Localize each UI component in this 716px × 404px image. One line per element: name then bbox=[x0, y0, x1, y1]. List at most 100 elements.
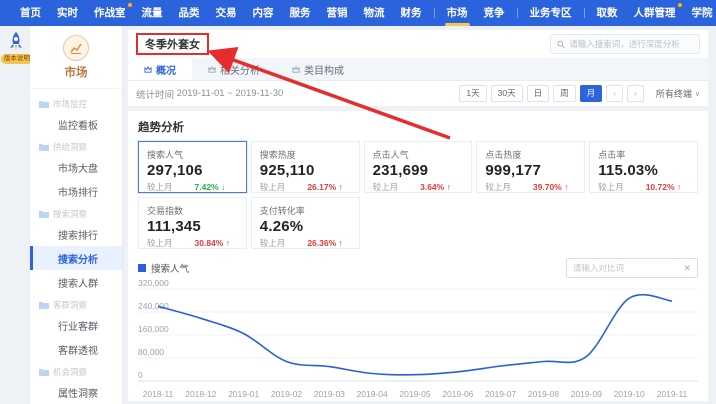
metric-card-trade-index[interactable]: 交易指数 111,345 较上月30.84% ↑ bbox=[138, 197, 247, 249]
sidebar-item-search-analysis[interactable]: 搜索分析 bbox=[30, 246, 122, 270]
nav-item-data-fetch[interactable]: 取数 bbox=[589, 0, 626, 26]
svg-text:2019-03: 2019-03 bbox=[314, 389, 345, 399]
nav-item-marketing[interactable]: 营销 bbox=[319, 0, 356, 26]
metric-label: 点击人气 bbox=[373, 148, 464, 161]
time-label: 统计时间 bbox=[136, 87, 174, 101]
svg-text:240,000: 240,000 bbox=[138, 301, 169, 311]
nav-item-market[interactable]: 市场 bbox=[439, 0, 476, 26]
legend-label: 搜索人气 bbox=[151, 261, 189, 275]
nav-item-logistics[interactable]: 物流 bbox=[356, 0, 393, 26]
svg-text:2019-07: 2019-07 bbox=[485, 389, 516, 399]
metric-delta: 10.72% ↑ bbox=[646, 182, 681, 192]
svg-text:320,000: 320,000 bbox=[138, 279, 169, 288]
nav-item-war-room[interactable]: 作战室 bbox=[86, 0, 134, 26]
chevron-down-icon: ∨ bbox=[695, 90, 700, 98]
tab-related-analysis[interactable]: 相关分析 bbox=[192, 58, 276, 80]
range-30day-button[interactable]: 30天 bbox=[491, 85, 523, 102]
sidebar-item-market-ranking[interactable]: 市场排行 bbox=[30, 179, 122, 203]
sidebar-group-opportunity-insight: 机会洞察 bbox=[30, 361, 122, 380]
compare-label: 较上月 bbox=[373, 181, 399, 193]
metric-delta: 3.64% ↑ bbox=[420, 182, 451, 192]
nav-item-trade[interactable]: 交易 bbox=[208, 0, 245, 26]
nav-item-content[interactable]: 内容 bbox=[245, 0, 282, 26]
nav-divider bbox=[434, 8, 435, 18]
folder-icon bbox=[39, 368, 49, 376]
metric-delta: 30.84% ↑ bbox=[195, 238, 230, 248]
trend-line-chart: 080,000160,000240,000320,0002018-112018-… bbox=[138, 279, 698, 404]
sidebar-item-market-overview[interactable]: 市场大盘 bbox=[30, 155, 122, 179]
metric-label: 支付转化率 bbox=[260, 204, 351, 217]
header-block: 冬季外套女 概况 相关分析 类目构成 bbox=[128, 30, 708, 106]
metric-card-search-heat[interactable]: 搜索热度 925,110 较上月26.17% ↑ bbox=[251, 141, 360, 193]
nav-item-academy[interactable]: 学院 bbox=[684, 0, 716, 26]
range-day-button[interactable]: 日 bbox=[527, 85, 550, 102]
compare-label: 较上月 bbox=[147, 237, 173, 249]
sidebar-item-search-crowd[interactable]: 搜索人群 bbox=[30, 270, 122, 294]
metric-cards: 搜索人气 297,106 较上月7.42% ↓ 搜索热度 925,110 较上月… bbox=[138, 141, 698, 249]
sidebar-item-industry-customer[interactable]: 行业客群 bbox=[30, 313, 122, 337]
nav-item-finance[interactable]: 财务 bbox=[393, 0, 430, 26]
arrow-up-icon: ↑ bbox=[339, 238, 343, 248]
svg-text:80,000: 80,000 bbox=[138, 347, 164, 357]
metric-delta: 7.42% ↓ bbox=[195, 182, 226, 192]
range-month-button[interactable]: 月 bbox=[580, 85, 603, 102]
terminal-dropdown[interactable]: 所有终端∨ bbox=[656, 87, 700, 100]
nav-item-competition[interactable]: 竞争 bbox=[476, 0, 513, 26]
nav-item-service[interactable]: 服务 bbox=[282, 0, 319, 26]
sidebar-item-customer-perspective[interactable]: 客群透视 bbox=[30, 337, 122, 361]
chart-legend: 搜索人气 bbox=[138, 261, 189, 275]
keyword-search-box[interactable] bbox=[550, 34, 700, 54]
next-period-button[interactable]: › bbox=[627, 85, 644, 102]
sidebar-item-monitor-board[interactable]: 监控看板 bbox=[30, 112, 122, 136]
compare-word-input[interactable] bbox=[573, 263, 683, 273]
sidebar-group-customer-insight: 客群洞察 bbox=[30, 294, 122, 313]
sidebar-item-search-ranking[interactable]: 搜索排行 bbox=[30, 222, 122, 246]
metric-value: 4.26% bbox=[260, 218, 351, 235]
nav-item-traffic[interactable]: 流量 bbox=[134, 0, 171, 26]
sidebar-header: 市场 bbox=[30, 26, 122, 89]
nav-item-realtime[interactable]: 实时 bbox=[49, 0, 86, 26]
metric-value: 297,106 bbox=[147, 162, 238, 179]
svg-text:2019-05: 2019-05 bbox=[399, 389, 430, 399]
prev-period-button[interactable]: ‹ bbox=[606, 85, 623, 102]
tab-overview[interactable]: 概况 bbox=[128, 58, 192, 80]
clear-icon[interactable]: ✕ bbox=[683, 263, 691, 274]
metric-card-click-popularity[interactable]: 点击人气 231,699 较上月3.64% ↑ bbox=[364, 141, 473, 193]
arrow-up-icon: ↑ bbox=[447, 182, 451, 192]
time-range-value: 2019-11-01 ~ 2019-11-30 bbox=[177, 88, 284, 99]
svg-text:2019-10: 2019-10 bbox=[614, 389, 645, 399]
rocket-icon[interactable] bbox=[7, 31, 25, 53]
metric-value: 115.03% bbox=[598, 162, 689, 179]
metric-card-payment-conversion[interactable]: 支付转化率 4.26% 较上月26.36% ↑ bbox=[251, 197, 360, 249]
crown-icon bbox=[208, 66, 216, 73]
folder-icon bbox=[39, 100, 49, 108]
market-module-icon bbox=[63, 35, 89, 61]
crown-icon bbox=[292, 66, 300, 73]
nav-item-home[interactable]: 首页 bbox=[12, 0, 49, 26]
metric-card-click-heat[interactable]: 点击热度 999,177 较上月39.70% ↑ bbox=[476, 141, 585, 193]
search-input[interactable] bbox=[569, 39, 693, 49]
compare-word-input-box[interactable]: ✕ bbox=[566, 258, 698, 278]
range-week-button[interactable]: 周 bbox=[553, 85, 576, 102]
nav-item-crowd-management[interactable]: 人群管理 bbox=[626, 0, 684, 26]
tab-category-composition[interactable]: 类目构成 bbox=[276, 58, 360, 80]
nav-item-business-zone[interactable]: 业务专区 bbox=[522, 0, 580, 26]
nav-item-category[interactable]: 品类 bbox=[171, 0, 208, 26]
arrow-up-icon: ↑ bbox=[339, 182, 343, 192]
sidebar-item-attribute-insight[interactable]: 属性洞察 bbox=[30, 380, 122, 404]
range-1day-button[interactable]: 1天 bbox=[459, 85, 486, 102]
search-icon bbox=[557, 40, 565, 49]
svg-text:2019-11: 2019-11 bbox=[657, 389, 688, 399]
compare-label: 较上月 bbox=[260, 237, 286, 249]
metric-card-click-rate[interactable]: 点击率 115.03% 较上月10.72% ↑ bbox=[589, 141, 698, 193]
arrow-up-icon: ↑ bbox=[564, 182, 568, 192]
metric-card-search-popularity[interactable]: 搜索人气 297,106 较上月7.42% ↓ bbox=[138, 141, 247, 193]
metric-delta: 26.17% ↑ bbox=[307, 182, 342, 192]
range-controls: 1天 30天 日 周 月 ‹ › 所有终端∨ bbox=[459, 85, 700, 102]
arrow-down-icon: ↓ bbox=[221, 182, 225, 192]
svg-text:2019-02: 2019-02 bbox=[271, 389, 302, 399]
nav-divider bbox=[517, 8, 518, 18]
arrow-up-icon: ↑ bbox=[677, 182, 681, 192]
svg-text:2019-01: 2019-01 bbox=[228, 389, 259, 399]
version-badge[interactable]: 版本说明 bbox=[1, 54, 33, 64]
